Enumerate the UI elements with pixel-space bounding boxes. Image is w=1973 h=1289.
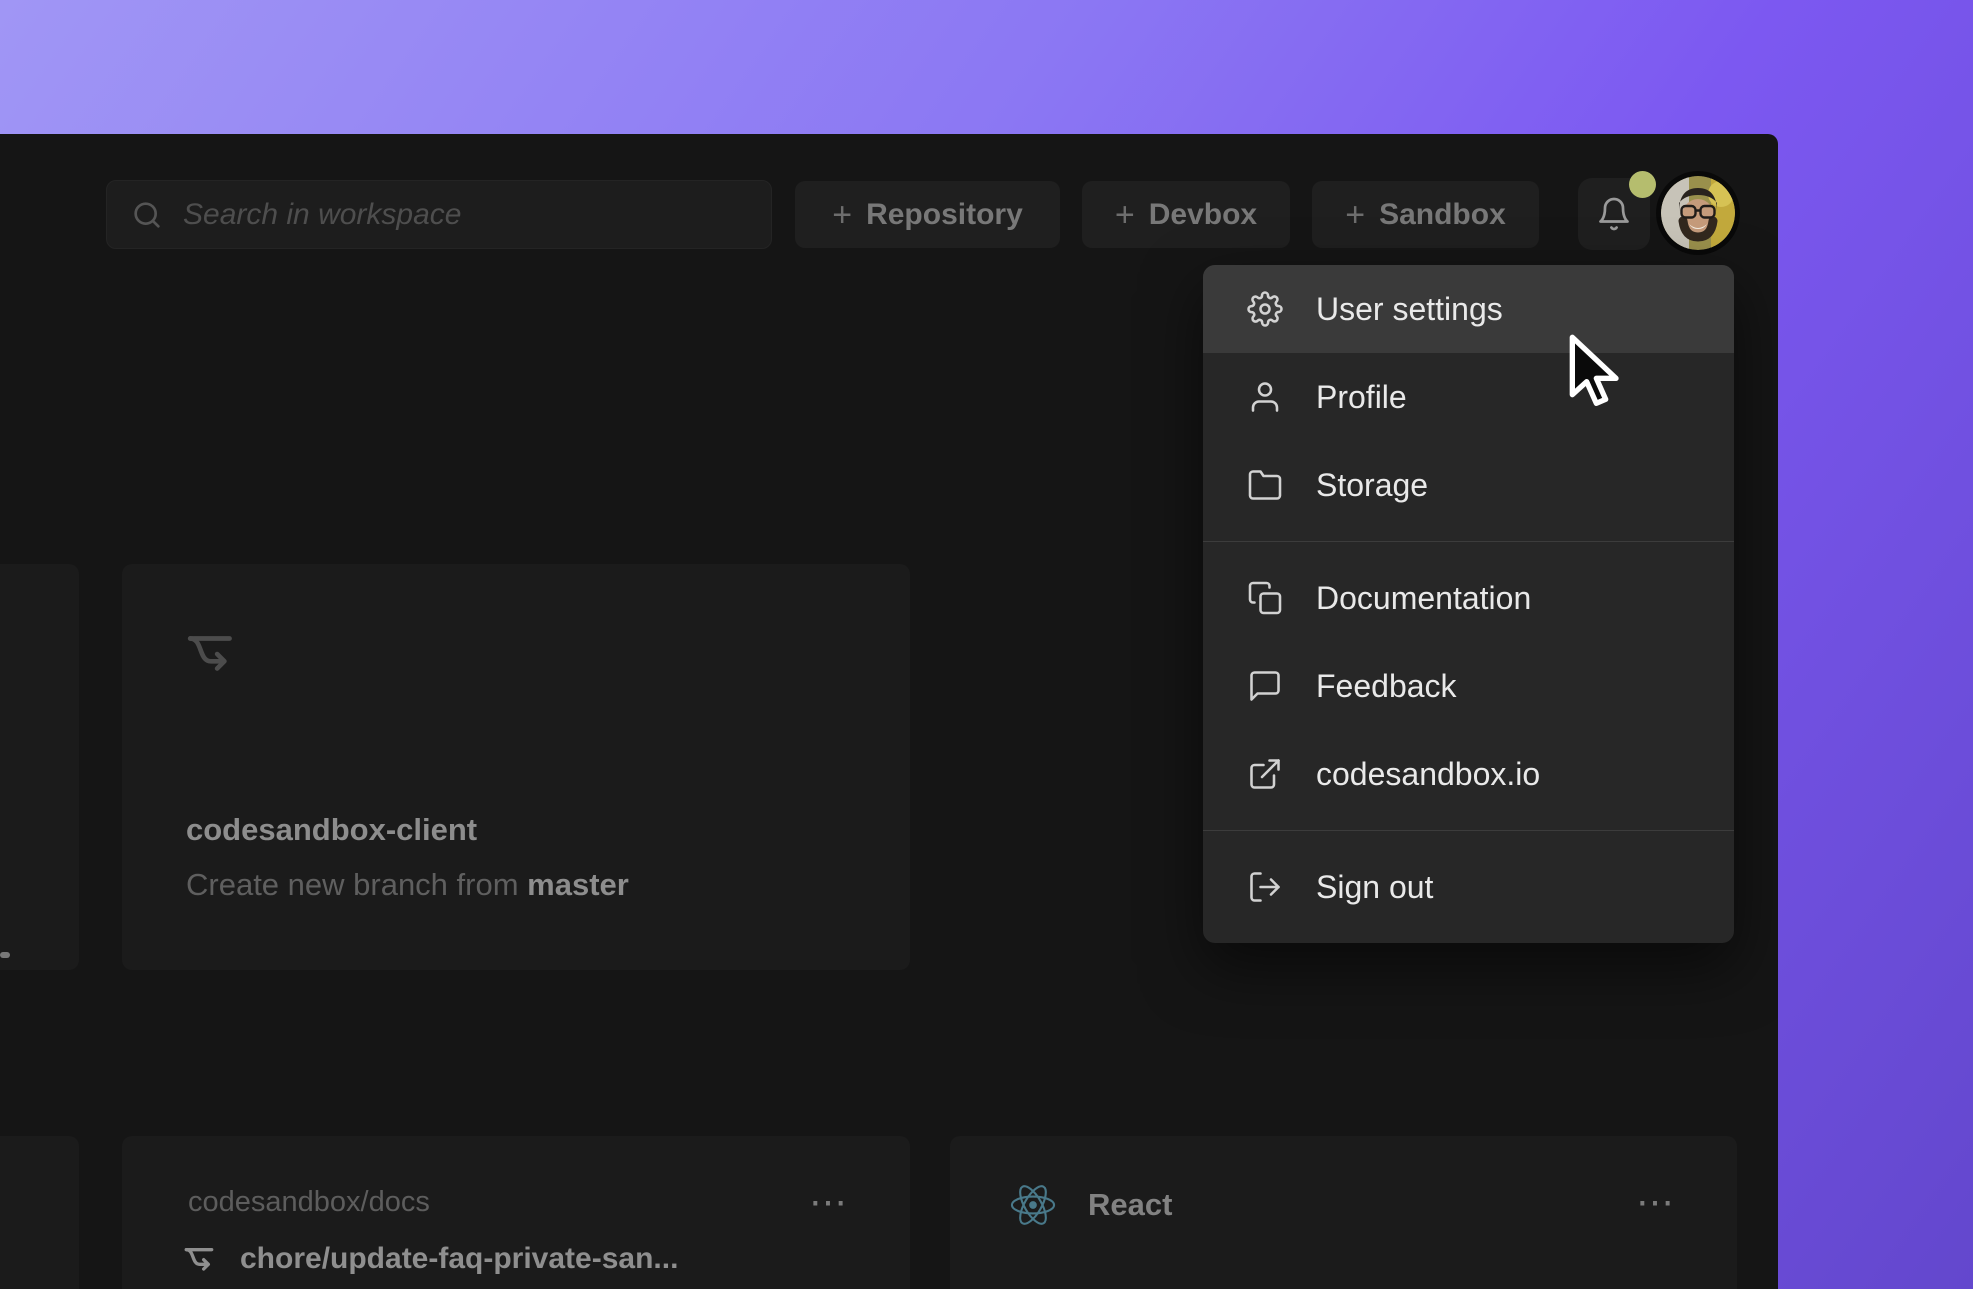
- plus-icon: +: [1345, 198, 1365, 232]
- new-sandbox-label: Sandbox: [1379, 198, 1506, 232]
- pages-icon: [1247, 580, 1283, 616]
- search-icon: [131, 199, 163, 231]
- menu-item-codesandbox-io[interactable]: codesandbox.io: [1203, 730, 1734, 818]
- template-row: React: [1008, 1182, 1172, 1228]
- create-branch-subtitle: Create new branch from master: [186, 867, 629, 903]
- folder-icon: [1247, 467, 1283, 503]
- plus-icon: +: [1115, 198, 1135, 232]
- app-window: Search in workspace + Repository + Devbo…: [0, 134, 1778, 1289]
- branch-arrow-icon: [184, 628, 242, 678]
- create-branch-card[interactable]: codesandbox-client Create new branch fro…: [122, 564, 910, 970]
- new-sandbox-button[interactable]: + Sandbox: [1312, 181, 1539, 248]
- menu-item-sign-out[interactable]: Sign out: [1203, 843, 1734, 931]
- gear-icon: [1247, 291, 1283, 327]
- new-devbox-button[interactable]: + Devbox: [1082, 181, 1290, 248]
- user-menu-dropdown: User settings Profile Storage Documentat…: [1203, 265, 1734, 943]
- branch-row: chore/update-faq-private-san...: [182, 1242, 678, 1276]
- avatar-photo: [1661, 176, 1735, 250]
- template-title: React: [1088, 1187, 1172, 1223]
- search-placeholder: Search in workspace: [183, 198, 461, 232]
- user-avatar[interactable]: [1661, 176, 1735, 250]
- new-devbox-label: Devbox: [1149, 198, 1257, 232]
- menu-item-feedback[interactable]: Feedback: [1203, 642, 1734, 730]
- repo-name: codesandbox-client: [186, 812, 477, 848]
- menu-section-account: User settings Profile Storage: [1203, 265, 1734, 541]
- menu-item-label: codesandbox.io: [1316, 756, 1540, 793]
- notifications-button[interactable]: [1578, 178, 1650, 250]
- menu-item-user-settings[interactable]: User settings: [1203, 265, 1734, 353]
- subtitle-prefix: Create new branch from: [186, 867, 527, 902]
- clipped-repo-card[interactable]: [0, 1136, 79, 1289]
- person-icon: [1247, 379, 1283, 415]
- new-repository-label: Repository: [866, 198, 1023, 232]
- speech-bubble-icon: [1247, 668, 1283, 704]
- branch-name: chore/update-faq-private-san...: [240, 1242, 678, 1276]
- clipped-text-fragment: [0, 952, 10, 958]
- menu-section-session: Sign out: [1203, 831, 1734, 943]
- codesandbox-dashboard: Search in workspace + Repository + Devbo…: [0, 0, 1973, 1289]
- menu-item-label: Storage: [1316, 467, 1428, 504]
- notification-dot: [1629, 171, 1656, 198]
- more-options-icon[interactable]: ⋯: [1636, 1180, 1679, 1225]
- sign-out-icon: [1247, 869, 1283, 905]
- branch-arrow-icon: [182, 1243, 220, 1275]
- repo-card-title: codesandbox/docs: [188, 1186, 430, 1219]
- react-logo-icon: [1008, 1182, 1058, 1228]
- menu-item-label: Documentation: [1316, 580, 1531, 617]
- menu-item-documentation[interactable]: Documentation: [1203, 554, 1734, 642]
- new-repository-button[interactable]: + Repository: [795, 181, 1060, 248]
- menu-item-profile[interactable]: Profile: [1203, 353, 1734, 441]
- more-options-icon[interactable]: ⋯: [809, 1180, 852, 1225]
- external-link-icon: [1247, 756, 1283, 792]
- clipped-branch-card[interactable]: [0, 564, 79, 970]
- menu-item-label: Sign out: [1316, 869, 1433, 906]
- menu-section-resources: Documentation Feedback codesandbox.io: [1203, 542, 1734, 830]
- menu-item-label: Feedback: [1316, 668, 1457, 705]
- search-input[interactable]: Search in workspace: [106, 180, 772, 249]
- plus-icon: +: [832, 198, 852, 232]
- bell-icon: [1596, 196, 1632, 232]
- template-card-react[interactable]: React ⋯: [950, 1136, 1737, 1289]
- menu-item-storage[interactable]: Storage: [1203, 441, 1734, 529]
- menu-item-label: User settings: [1316, 291, 1503, 328]
- repo-card-codesandbox-docs[interactable]: codesandbox/docs ⋯ chore/update-faq-priv…: [122, 1136, 910, 1289]
- menu-item-label: Profile: [1316, 379, 1407, 416]
- default-branch-name: master: [527, 867, 629, 902]
